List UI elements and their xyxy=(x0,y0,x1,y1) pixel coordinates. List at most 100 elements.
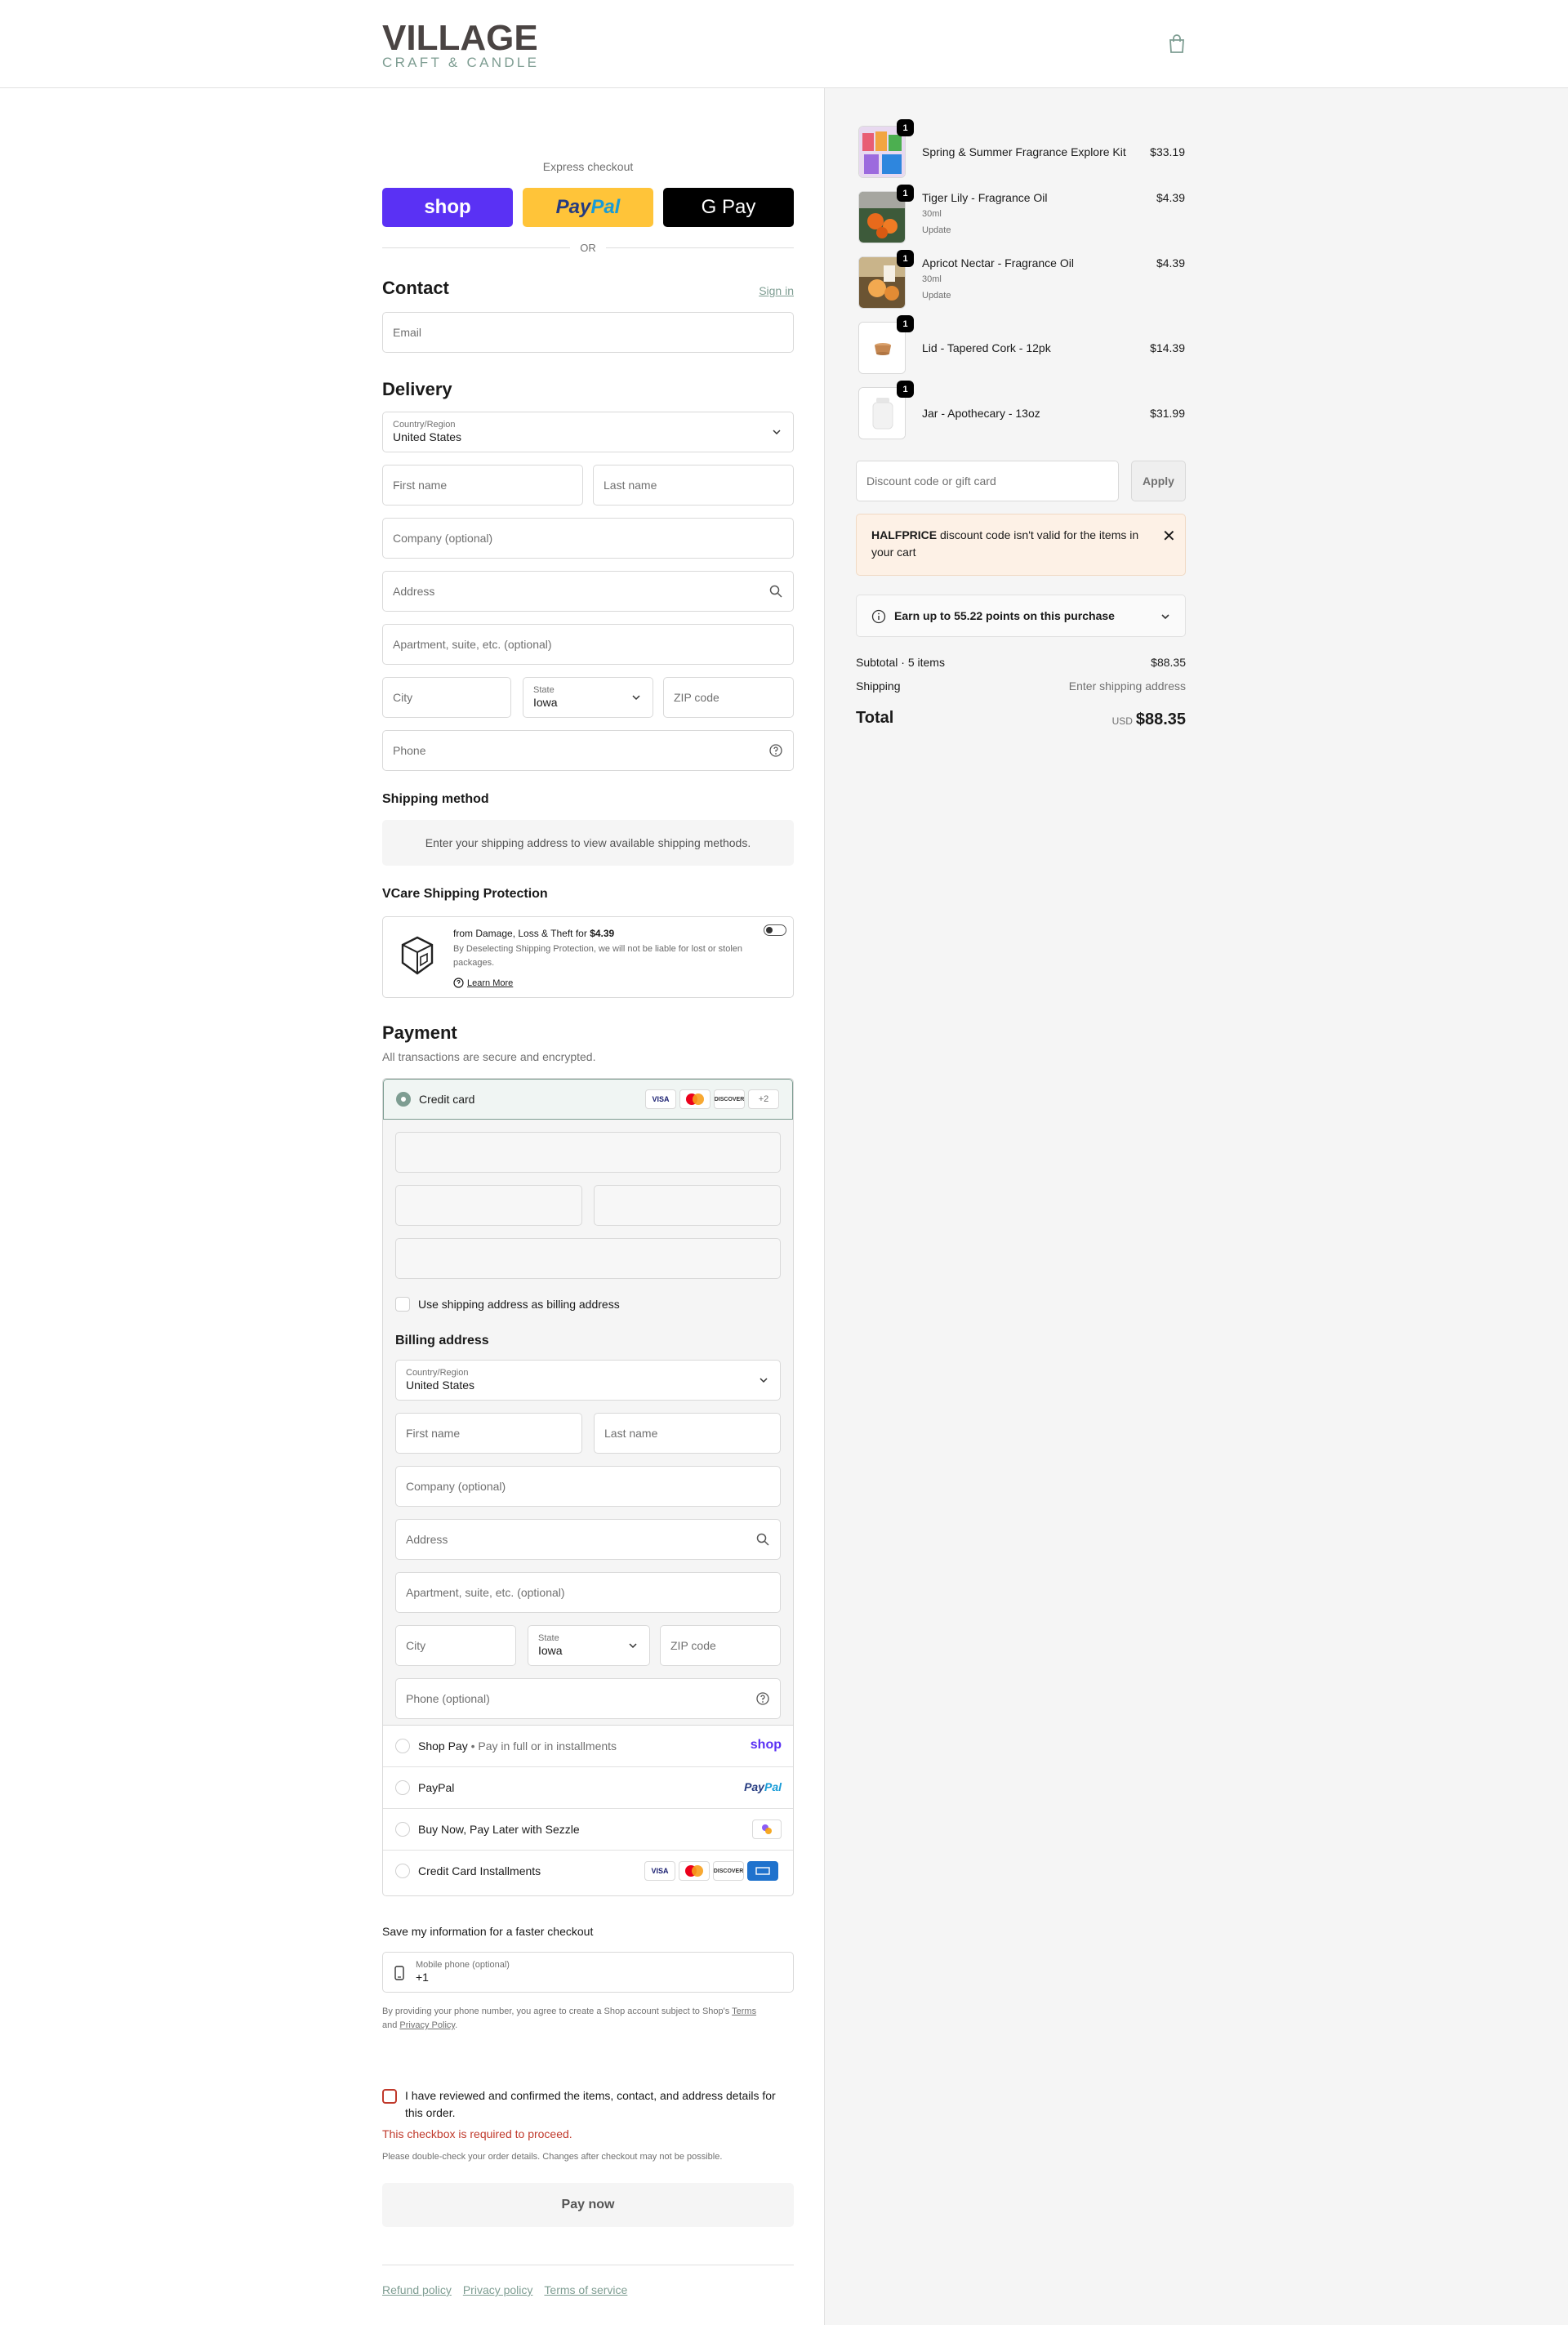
shopping-bag-icon[interactable] xyxy=(1168,34,1186,54)
address-placeholder: Address xyxy=(393,585,435,598)
confirm-note: Please double-check your order details. … xyxy=(382,2152,723,2162)
google-pay-button[interactable]: G Pay xyxy=(663,188,794,227)
credit-card-option[interactable]: Credit card VISA DISCOVER +2 xyxy=(383,1079,793,1120)
shipping-label: Shipping xyxy=(856,679,901,693)
chevron-down-icon xyxy=(760,1378,768,1383)
use-shipping-checkbox[interactable] xyxy=(395,1297,410,1312)
google-pay-label: G Pay xyxy=(701,196,756,218)
sign-in-link[interactable]: Sign in xyxy=(759,284,794,297)
shop-privacy-link[interactable]: Privacy Policy xyxy=(399,2020,455,2030)
learn-more-link[interactable]: Learn More xyxy=(453,978,513,988)
shop-pay-button[interactable]: shop xyxy=(382,188,513,227)
billing-last-name-field[interactable]: Last name xyxy=(594,1413,781,1454)
mobile-phone-field[interactable]: Mobile phone (optional) +1 xyxy=(382,1952,794,1993)
address-field[interactable]: Address xyxy=(382,571,794,612)
terms-of-service-link[interactable]: Terms of service xyxy=(544,2283,627,2296)
cart-item: 1 Lid - Tapered Cork - 12pk $14.39 xyxy=(858,315,1185,374)
paypal-button[interactable]: PayPal xyxy=(523,188,653,227)
sezzle-option[interactable]: Buy Now, Pay Later with Sezzle xyxy=(383,1809,793,1851)
protection-toggle[interactable] xyxy=(764,924,786,936)
discover-icon: DISCOVER xyxy=(714,1089,745,1109)
state-select[interactable]: State Iowa xyxy=(523,677,653,718)
card-cvv-field[interactable] xyxy=(594,1185,781,1226)
city-field[interactable]: City xyxy=(382,677,511,718)
quantity-badge: 1 xyxy=(897,315,914,332)
shop-pay-option-label: Shop Pay • Pay in full or in installment… xyxy=(418,1739,617,1753)
item-price: $33.19 xyxy=(1150,145,1185,158)
billing-first-name-field[interactable]: First name xyxy=(395,1413,582,1454)
rewards-points-accordion[interactable]: Earn up to 55.22 points on this purchase xyxy=(856,595,1186,637)
card-name-field[interactable] xyxy=(395,1238,781,1279)
paypal-logo-pay: Pay xyxy=(555,196,591,218)
billing-address-field[interactable]: Address xyxy=(395,1519,781,1560)
company-field[interactable]: Company (optional) xyxy=(382,518,794,559)
subtotal-row: Subtotal · 5 items $88.35 xyxy=(856,656,1186,669)
help-circle-icon[interactable] xyxy=(768,743,783,758)
site-header: VILLAGE CRAFT & CANDLE xyxy=(0,0,1568,88)
billing-city-field[interactable]: City xyxy=(395,1625,516,1666)
shop-pay-logo: shop xyxy=(750,1738,782,1752)
privacy-policy-link[interactable]: Privacy policy xyxy=(463,2283,533,2296)
billing-zip-field[interactable]: ZIP code xyxy=(660,1625,781,1666)
shipping-row: Shipping Enter shipping address xyxy=(856,679,1186,693)
shop-pay-radio[interactable] xyxy=(395,1739,410,1753)
billing-state-label: State xyxy=(538,1633,559,1643)
billing-state-select[interactable]: State Iowa xyxy=(528,1625,650,1666)
shop-pay-option[interactable]: Shop Pay • Pay in full or in installment… xyxy=(383,1726,793,1767)
apply-discount-button[interactable]: Apply xyxy=(1131,461,1186,501)
phone-field[interactable]: Phone xyxy=(382,730,794,771)
paypal-radio[interactable] xyxy=(395,1780,410,1795)
zip-placeholder: ZIP code xyxy=(674,691,719,704)
billing-phone-field[interactable]: Phone (optional) xyxy=(395,1678,781,1719)
rewards-points-text: Earn up to 55.22 points on this purchase xyxy=(894,609,1115,622)
discount-code-input[interactable]: Discount code or gift card xyxy=(856,461,1119,501)
item-price: $4.39 xyxy=(1156,191,1185,204)
credit-card-radio[interactable] xyxy=(396,1092,411,1107)
installments-radio[interactable] xyxy=(395,1864,410,1878)
protection-line: from Damage, Loss & Theft for xyxy=(453,928,590,939)
card-expiry-field[interactable] xyxy=(395,1185,582,1226)
billing-heading: Billing address xyxy=(395,1334,489,1347)
item-update-link[interactable]: Update xyxy=(922,291,951,301)
country-select[interactable]: Country/Region United States xyxy=(382,412,794,452)
billing-zip-placeholder: ZIP code xyxy=(670,1639,716,1652)
state-label: State xyxy=(533,685,555,695)
payment-methods: Credit card VISA DISCOVER +2 Use shippin… xyxy=(382,1078,794,1896)
discount-error-alert: HALFPRICE discount code isn't valid for … xyxy=(856,514,1186,576)
billing-apartment-field[interactable]: Apartment, suite, etc. (optional) xyxy=(395,1572,781,1613)
apartment-field[interactable]: Apartment, suite, etc. (optional) xyxy=(382,624,794,665)
billing-company-field[interactable]: Company (optional) xyxy=(395,1466,781,1507)
first-name-placeholder: First name xyxy=(393,479,448,492)
quantity-badge: 1 xyxy=(897,185,914,202)
total-label: Total xyxy=(856,709,894,727)
paypal-option[interactable]: PayPal PayPal xyxy=(383,1767,793,1809)
protection-heading: VCare Shipping Protection xyxy=(382,887,548,901)
help-circle-icon[interactable] xyxy=(755,1691,770,1706)
paypal-small-pay: Pay xyxy=(744,1780,764,1793)
billing-city-placeholder: City xyxy=(406,1639,426,1652)
refund-policy-link[interactable]: Refund policy xyxy=(382,2283,452,2296)
close-icon[interactable]: ✕ xyxy=(1162,528,1176,545)
zip-field[interactable]: ZIP code xyxy=(663,677,794,718)
billing-first-name-placeholder: First name xyxy=(406,1427,461,1440)
payment-subtitle: All transactions are secure and encrypte… xyxy=(382,1050,596,1063)
or-label: OR xyxy=(580,241,596,254)
billing-country-select[interactable]: Country/Region United States xyxy=(395,1360,781,1401)
pay-now-button[interactable]: Pay now xyxy=(382,2183,794,2227)
store-logo[interactable]: VILLAGE CRAFT & CANDLE xyxy=(382,20,539,70)
cart-item: 1 Apricot Nectar - Fragrance Oil 30ml Up… xyxy=(858,250,1185,309)
shop-terms-link[interactable]: Terms xyxy=(732,2007,756,2016)
credit-card-label: Credit card xyxy=(419,1093,475,1106)
first-name-field[interactable]: First name xyxy=(382,465,583,506)
item-update-link[interactable]: Update xyxy=(922,225,951,235)
city-placeholder: City xyxy=(393,691,413,704)
last-name-field[interactable]: Last name xyxy=(593,465,794,506)
email-field[interactable]: Email xyxy=(382,312,794,353)
card-number-field[interactable] xyxy=(395,1132,781,1173)
search-icon xyxy=(769,585,782,598)
sezzle-radio[interactable] xyxy=(395,1822,410,1837)
discount-placeholder: Discount code or gift card xyxy=(866,474,996,488)
confirm-order-checkbox[interactable] xyxy=(382,2089,397,2104)
package-shield-icon xyxy=(401,936,434,975)
installments-option[interactable]: Credit Card Installments VISA DISCOVER xyxy=(383,1851,793,1892)
